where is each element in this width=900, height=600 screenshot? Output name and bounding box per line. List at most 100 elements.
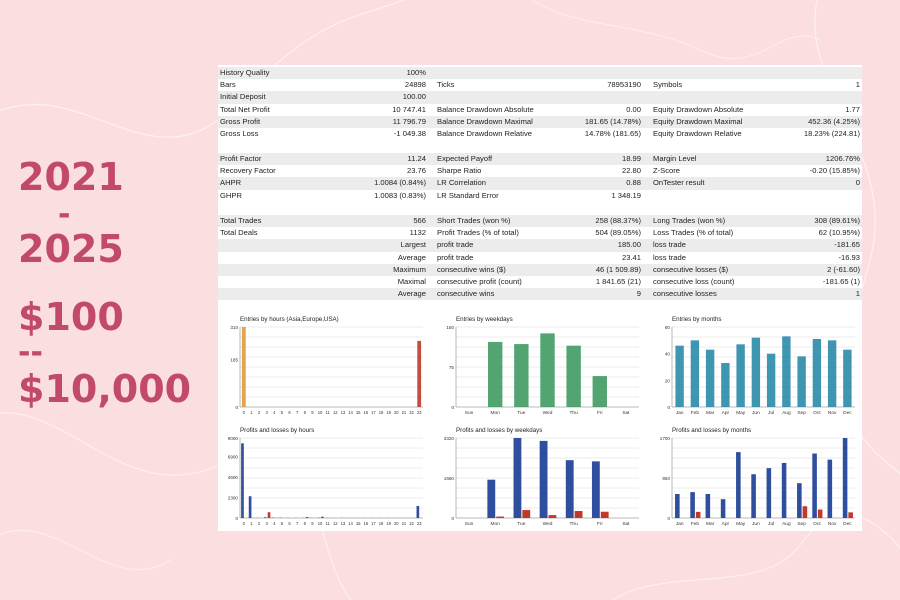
metric-value: 11.24 (407, 154, 426, 163)
y-tick-label: 6900 (228, 455, 239, 460)
y-tick-label: 310 (230, 325, 238, 330)
y-tick-label: 150 (446, 325, 454, 330)
metric-value: 18.99 (621, 154, 641, 163)
bar (736, 344, 745, 407)
bar (827, 340, 837, 407)
x-tick-label: 20 (394, 521, 399, 526)
profit-bar (705, 494, 711, 518)
x-tick-label: 14 (348, 521, 353, 526)
bar (417, 340, 422, 407)
bar (766, 353, 776, 407)
metric-label: loss trade (653, 252, 686, 262)
metric-label: consecutive loss (count) (653, 276, 735, 286)
x-tick-label: 0 (243, 521, 246, 526)
bar (514, 344, 529, 407)
y-tick-label: 0 (235, 516, 238, 521)
metric-value: 308 (89.61%) (814, 216, 860, 225)
metric-value: 1.77 (845, 104, 860, 114)
x-tick-label: 22 (409, 410, 414, 415)
y-tick-label: 9000 (228, 436, 239, 441)
x-tick-label: 14 (348, 410, 353, 415)
report-row: Maximum consecutive wins ($) 46 (1 509.89)… (218, 263, 862, 276)
bar (690, 340, 700, 407)
loss-bar (522, 510, 531, 518)
metric-value: 0.00 (626, 104, 641, 114)
metric-label: Short Trades (won %) (437, 216, 511, 225)
metric-value: 24898 (404, 80, 426, 90)
metric-value: 9 (636, 289, 641, 299)
x-tick-label: Sat (622, 521, 630, 527)
metric-value: Largest (400, 240, 426, 250)
metric-label: Balance Drawdown Absolute (437, 104, 534, 114)
metric-value: 14.78% (181.65) (584, 128, 641, 138)
x-tick-label: 23 (417, 410, 422, 415)
profit-bar (751, 474, 756, 518)
x-tick-label: Fri (597, 410, 603, 416)
x-tick-label: Aug (782, 410, 791, 416)
x-tick-label: Feb (691, 521, 700, 527)
metric-value: 46 (1 509.89) (595, 264, 641, 274)
metric-value: 1 348.19 (611, 190, 641, 200)
x-tick-label: 12 (333, 521, 338, 526)
promo-year-from: 2021 (18, 155, 124, 199)
metric-label: consecutive wins (437, 289, 495, 299)
report-row: Maximal consecutive profit (count) 1 841.6… (218, 276, 862, 288)
metric-label: Expected Payoff (437, 154, 493, 163)
x-tick-label: 16 (363, 521, 368, 526)
metric-value: 62 (10.95%) (818, 228, 860, 238)
y-tick-label: 3320 (444, 436, 455, 441)
x-tick-label: Sun (465, 521, 474, 527)
y-tick-label: 1660 (444, 476, 455, 481)
y-tick-label: 0 (667, 405, 670, 410)
x-tick-label: 5 (281, 521, 284, 526)
x-tick-label: Mar (706, 410, 715, 416)
x-tick-label: 6 (288, 410, 291, 415)
chart-svg: Profits and losses by hours0230046006900… (228, 427, 423, 526)
metric-label: consecutive losses ($) (653, 264, 729, 274)
metric-label: Balance Drawdown Relative (437, 128, 532, 138)
metric-value: Average (397, 252, 426, 262)
profit-bar (736, 452, 741, 518)
metric-value: 185.00 (617, 240, 641, 250)
metric-value: 181.65 (14.78%) (584, 116, 641, 126)
bar (797, 356, 806, 407)
y-tick-label: 1700 (660, 436, 671, 441)
y-tick-label: 60 (665, 325, 671, 330)
x-tick-label: 19 (386, 410, 391, 415)
x-tick-label: 3 (266, 410, 269, 415)
metric-label: OnTester result (653, 178, 705, 188)
metric-label: Bars (220, 80, 236, 90)
chart-svg: Entries by months 0 20 40 60 Jan Feb Mar Apr May J… (665, 316, 855, 416)
x-tick-label: Apr (722, 410, 730, 416)
metric-label: Sharpe Ratio (437, 166, 482, 176)
loss-bar (321, 516, 324, 518)
bar (241, 327, 246, 407)
metric-value: Maximum (393, 264, 426, 274)
metric-label: profit trade (437, 252, 474, 262)
bar (675, 345, 684, 407)
profit-bar (591, 461, 600, 518)
chart-profits-losses-by-hours: Profits and losses by hours 0 2300 4600 6900… (222, 424, 427, 530)
bar (566, 345, 581, 407)
metric-value: 100.00 (402, 92, 426, 102)
x-tick-label: 11 (326, 521, 331, 526)
bar (592, 376, 607, 407)
strategy-tester-report: History Quality 100% Bars 24898 Ticks 7895319… (218, 65, 862, 531)
x-tick-label: Mar (706, 521, 715, 527)
metric-label: Symbols (653, 80, 683, 90)
bar (812, 339, 822, 407)
x-tick-label: 15 (356, 521, 361, 526)
loss-bar (574, 511, 583, 518)
x-tick-label: May (736, 521, 746, 527)
x-tick-label: 5 (281, 410, 284, 415)
metric-label: consecutive profit (count) (437, 276, 522, 286)
x-tick-label: 1 (250, 521, 253, 526)
chart-title: Profits and losses by months (672, 427, 751, 434)
x-tick-label: Dec (843, 521, 852, 527)
profit-bar (487, 479, 496, 518)
x-tick-label: 10 (318, 521, 323, 526)
x-tick-label: Aug (782, 521, 791, 527)
promo-arrow: -- (18, 335, 43, 370)
x-tick-label: Jan (676, 410, 684, 416)
chart-title: Entries by months (672, 316, 722, 323)
